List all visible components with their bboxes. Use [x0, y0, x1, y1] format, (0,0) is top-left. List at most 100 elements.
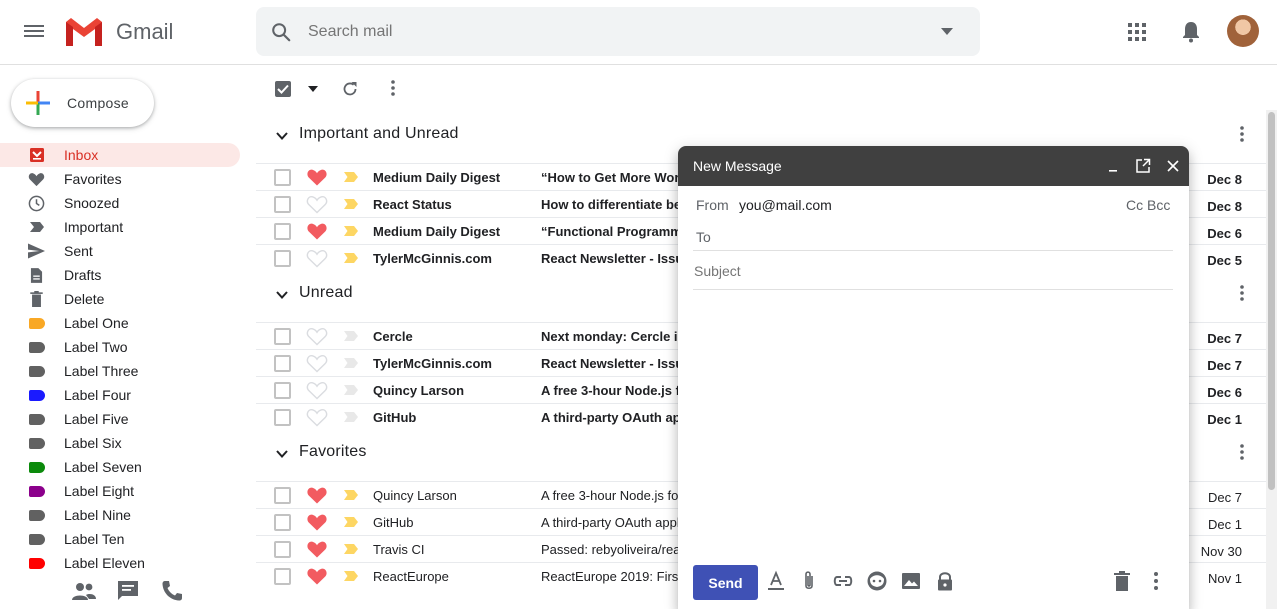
collapse-chevron-icon[interactable]: [276, 291, 288, 299]
divider: [693, 289, 1173, 290]
format-text-icon[interactable]: [765, 570, 787, 592]
important-marker-icon[interactable]: [343, 411, 359, 423]
row-checkbox[interactable]: [274, 328, 291, 345]
compose-button[interactable]: Compose: [11, 79, 154, 127]
sidebar-item-delete[interactable]: Delete: [0, 287, 240, 311]
important-marker-icon[interactable]: [343, 384, 359, 396]
search-input[interactable]: [308, 19, 908, 45]
favorite-heart-icon[interactable]: [306, 354, 328, 373]
section-more-icon[interactable]: [1240, 285, 1244, 301]
favorite-heart-icon[interactable]: [306, 567, 328, 586]
sidebar-item-label-nine[interactable]: Label Nine: [0, 503, 240, 527]
row-checkbox[interactable]: [274, 250, 291, 267]
sidebar-item-label-two[interactable]: Label Two: [0, 335, 240, 359]
row-checkbox[interactable]: [274, 223, 291, 240]
mail-list-scrollbar[interactable]: [1266, 110, 1277, 609]
sidebar-item-label-seven[interactable]: Label Seven: [0, 455, 240, 479]
section-more-icon[interactable]: [1240, 126, 1244, 142]
more-options-icon[interactable]: [391, 80, 395, 96]
sidebar-item-important[interactable]: Important: [0, 215, 240, 239]
close-icon[interactable]: [1165, 158, 1181, 174]
minimize-icon[interactable]: [1106, 158, 1122, 174]
collapse-chevron-icon[interactable]: [276, 450, 288, 458]
favorite-heart-icon[interactable]: [306, 327, 328, 346]
phone-icon[interactable]: [160, 580, 184, 602]
favorite-heart-icon[interactable]: [306, 513, 328, 532]
collapse-chevron-icon[interactable]: [276, 132, 288, 140]
search-bar[interactable]: [256, 7, 980, 56]
send-button[interactable]: Send: [693, 565, 758, 600]
compose-header[interactable]: New Message: [678, 146, 1189, 186]
from-address[interactable]: you@mail.com: [739, 197, 832, 213]
important-marker-icon[interactable]: [343, 225, 359, 237]
important-marker-icon[interactable]: [343, 516, 359, 528]
sidebar-item-label-ten[interactable]: Label Ten: [0, 527, 240, 551]
sidebar-item-drafts[interactable]: Drafts: [0, 263, 240, 287]
select-options-caret-icon[interactable]: [308, 86, 318, 92]
image-icon[interactable]: [900, 570, 922, 592]
search-icon[interactable]: [270, 21, 292, 43]
row-checkbox[interactable]: [274, 541, 291, 558]
sidebar-item-label-eight[interactable]: Label Eight: [0, 479, 240, 503]
refresh-icon[interactable]: [342, 81, 358, 97]
message-body[interactable]: [694, 296, 1172, 552]
important-marker-icon[interactable]: [343, 543, 359, 555]
discard-draft-icon[interactable]: [1111, 570, 1133, 592]
sidebar-item-label-one[interactable]: Label One: [0, 311, 240, 335]
apps-grid-icon[interactable]: [1128, 23, 1146, 41]
sidebar-item-sent[interactable]: Sent: [0, 239, 240, 263]
favorite-heart-icon[interactable]: [306, 249, 328, 268]
emoji-icon[interactable]: [866, 570, 888, 592]
more-options-icon[interactable]: [1145, 570, 1167, 592]
confidential-lock-icon[interactable]: [934, 570, 956, 592]
important-marker-icon[interactable]: [343, 570, 359, 582]
favorite-heart-icon[interactable]: [306, 408, 328, 427]
favorite-heart-icon[interactable]: [306, 540, 328, 559]
link-icon[interactable]: [832, 570, 854, 592]
sidebar-item-label-eleven[interactable]: Label Eleven: [0, 551, 240, 575]
row-checkbox[interactable]: [274, 514, 291, 531]
sidebar-item-label-six[interactable]: Label Six: [0, 431, 240, 455]
row-checkbox[interactable]: [274, 409, 291, 426]
sidebar-item-label-four[interactable]: Label Four: [0, 383, 240, 407]
contacts-icon[interactable]: [72, 580, 96, 602]
draft-icon: [28, 267, 45, 284]
important-marker-icon[interactable]: [343, 171, 359, 183]
notifications-bell-icon[interactable]: [1181, 21, 1201, 43]
subject-field[interactable]: [694, 258, 1170, 284]
important-marker-icon[interactable]: [343, 198, 359, 210]
favorite-heart-icon[interactable]: [306, 486, 328, 505]
important-marker-icon[interactable]: [343, 330, 359, 342]
sidebar-item-label-three[interactable]: Label Three: [0, 359, 240, 383]
label-icon: [28, 339, 45, 356]
favorite-heart-icon[interactable]: [306, 168, 328, 187]
to-field[interactable]: [722, 224, 1170, 250]
inbox-icon: [28, 147, 45, 164]
important-marker-icon[interactable]: [343, 489, 359, 501]
row-checkbox[interactable]: [274, 382, 291, 399]
select-all-checkbox[interactable]: [275, 81, 291, 97]
search-options-caret-icon[interactable]: [940, 27, 954, 37]
section-more-icon[interactable]: [1240, 444, 1244, 460]
important-marker-icon[interactable]: [343, 252, 359, 264]
cc-bcc-link[interactable]: Cc Bcc: [1126, 197, 1170, 213]
favorite-heart-icon[interactable]: [306, 222, 328, 241]
sidebar-item-favorites[interactable]: Favorites: [0, 167, 240, 191]
chat-icon[interactable]: [116, 580, 140, 602]
favorite-heart-icon[interactable]: [306, 381, 328, 400]
row-checkbox[interactable]: [274, 355, 291, 372]
row-checkbox[interactable]: [274, 568, 291, 585]
row-checkbox[interactable]: [274, 196, 291, 213]
user-avatar[interactable]: [1227, 15, 1259, 47]
row-checkbox[interactable]: [274, 487, 291, 504]
important-marker-icon[interactable]: [343, 357, 359, 369]
sidebar-item-snoozed[interactable]: Snoozed: [0, 191, 240, 215]
sidebar-item-inbox[interactable]: Inbox: [0, 143, 240, 167]
sidebar-item-label-five[interactable]: Label Five: [0, 407, 240, 431]
main-menu-icon[interactable]: [24, 22, 46, 42]
row-checkbox[interactable]: [274, 169, 291, 186]
favorite-heart-icon[interactable]: [306, 195, 328, 214]
popout-icon[interactable]: [1135, 158, 1151, 174]
attach-icon[interactable]: [798, 570, 820, 592]
scrollbar-thumb[interactable]: [1268, 112, 1275, 490]
